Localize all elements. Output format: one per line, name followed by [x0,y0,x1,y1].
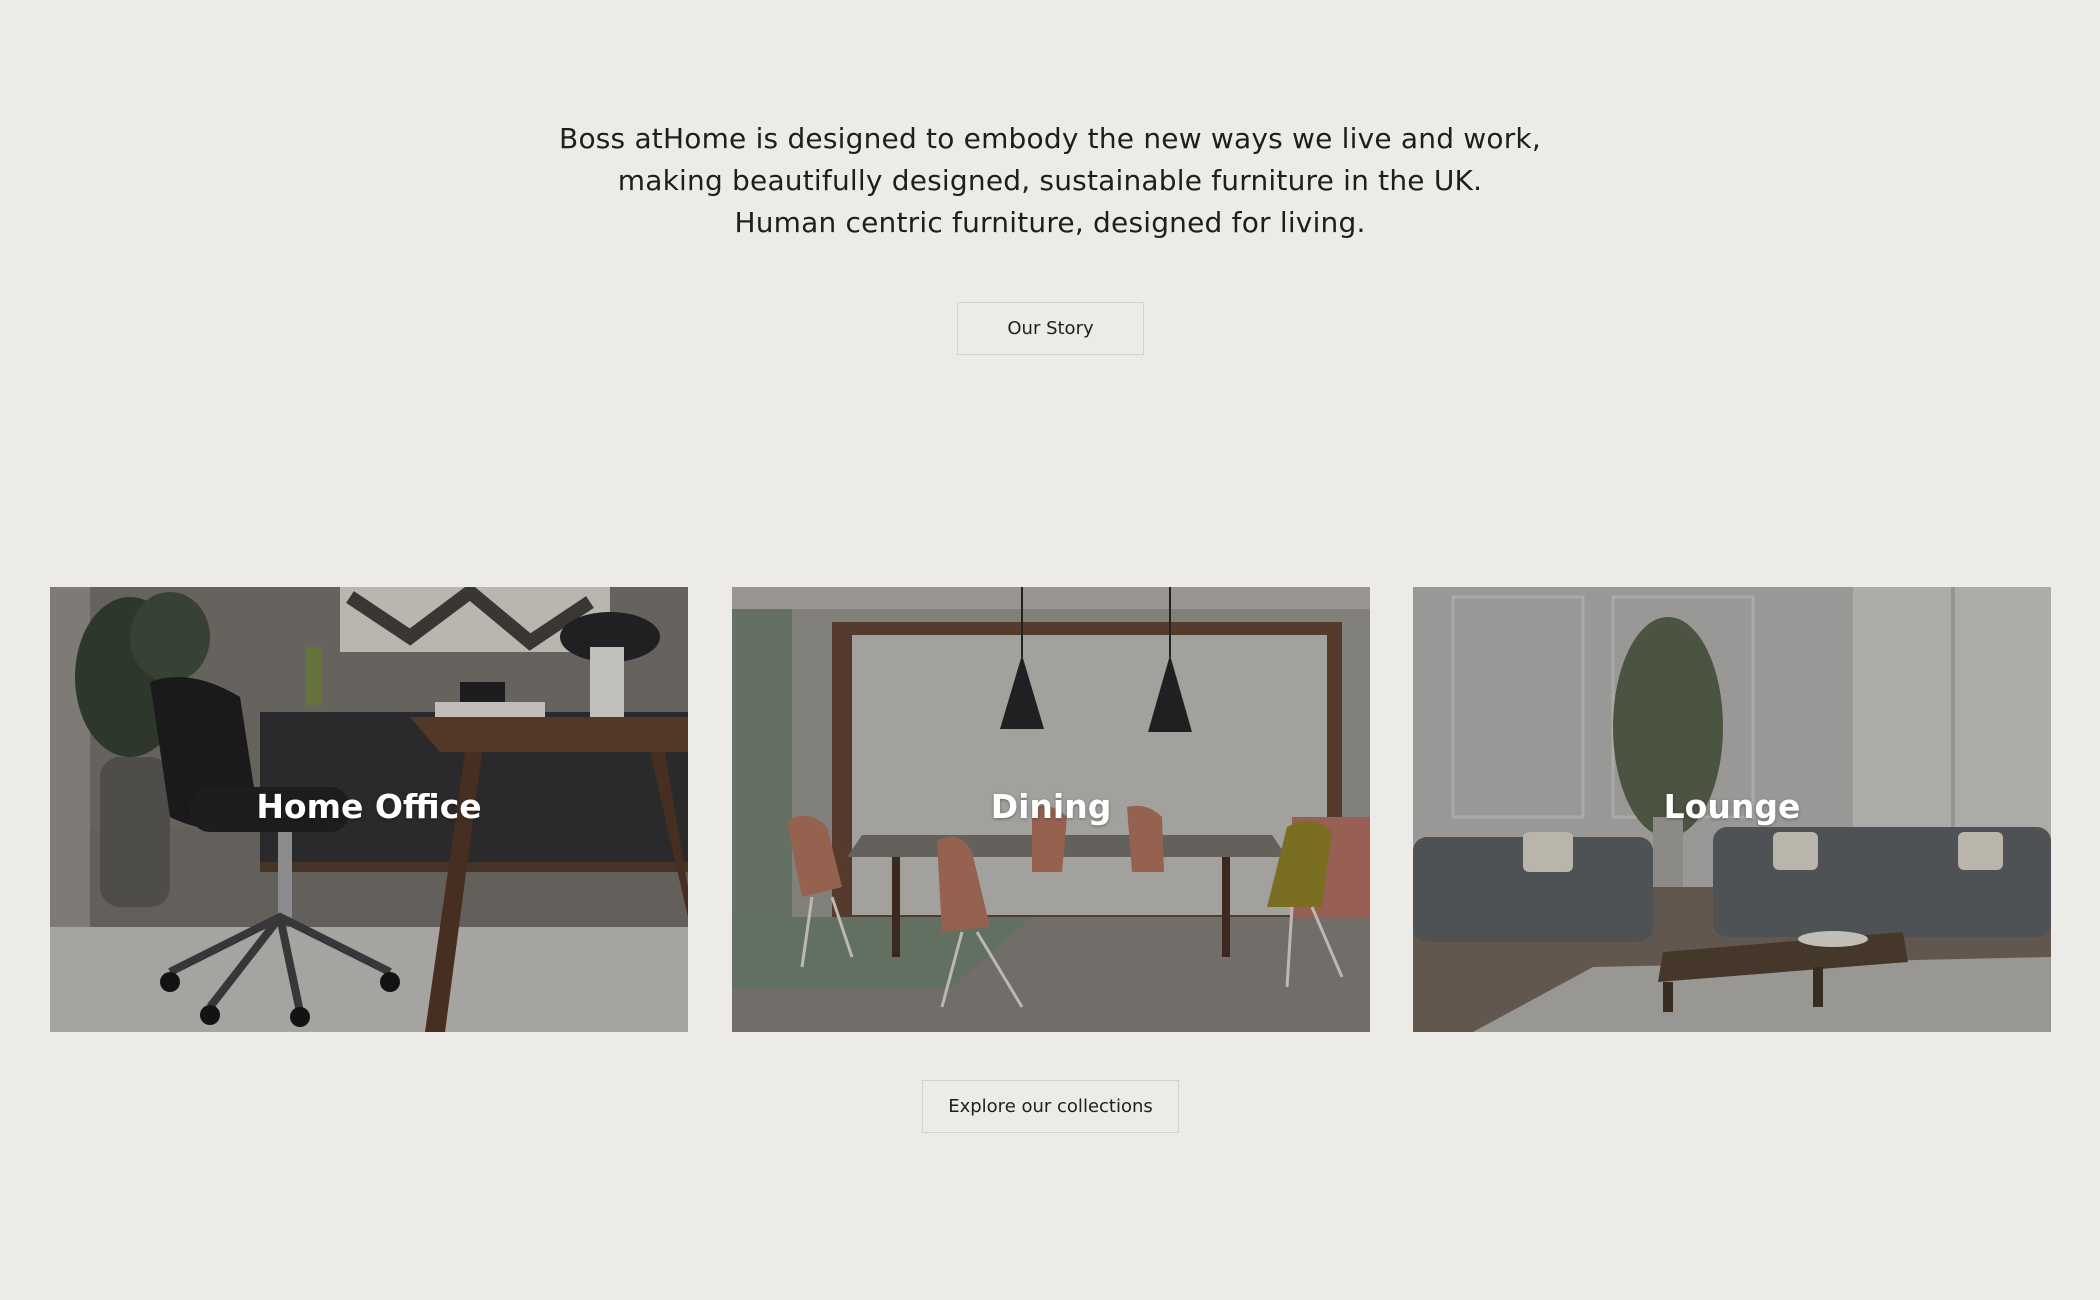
card-label-dining: Dining [990,787,1112,826]
page: Boss atHome is designed to embody the ne… [0,0,2100,1300]
intro-line-1: Boss atHome is designed to embody the ne… [559,122,1541,155]
card-label-lounge: Lounge [1663,787,1801,826]
collection-card-dining[interactable]: Dining [732,587,1370,1032]
card-label-home-office: Home Office [256,787,482,826]
our-story-button[interactable]: Our Story [957,302,1144,355]
collection-card-lounge[interactable]: Lounge [1413,587,2051,1032]
intro-line-2: making beautifully designed, sustainable… [617,164,1483,197]
explore-collections-button[interactable]: Explore our collections [922,1080,1179,1133]
collection-card-home-office[interactable]: Home Office [50,587,688,1032]
intro-line-3: Human centric furniture, designed for li… [734,206,1366,239]
intro-section: Boss atHome is designed to embody the ne… [0,118,2100,244]
